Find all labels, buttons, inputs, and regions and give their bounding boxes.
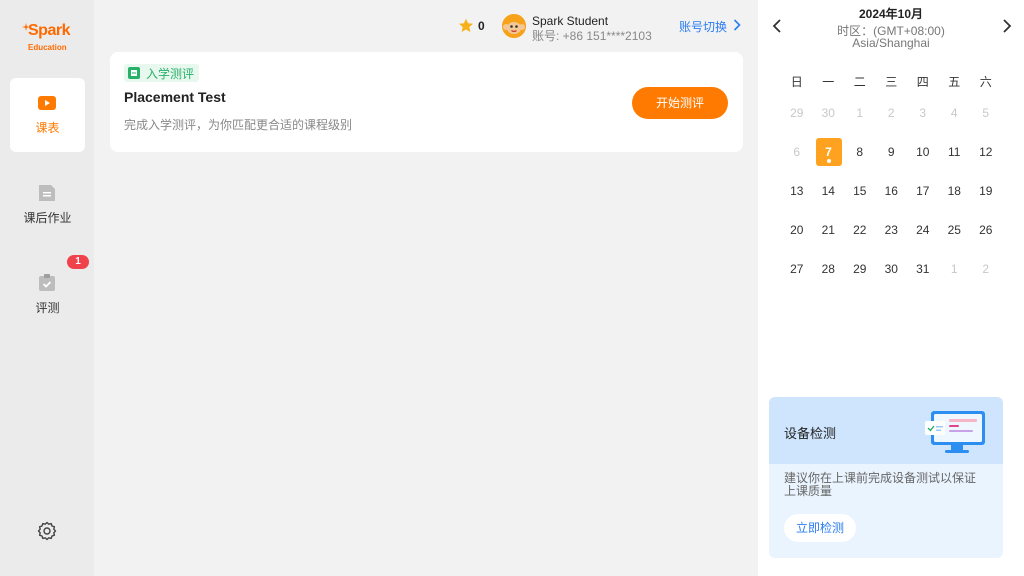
calendar-weekdays: 日一二三四五六 [781, 73, 1001, 90]
assessment-tag: 入学测评 [124, 64, 200, 82]
clipboard-check-icon [39, 274, 55, 291]
device-check-title: 设备检测 [784, 426, 837, 441]
calendar-day[interactable]: 17 [907, 179, 939, 218]
calendar-month: 2024年10月 [858, 7, 924, 21]
calendar-day[interactable]: 29 [844, 257, 876, 296]
gear-icon[interactable] [37, 521, 57, 541]
user-name: Spark Student [532, 14, 609, 28]
calendar-day[interactable]: 9 [876, 140, 908, 179]
start-assessment-button[interactable]: 开始测评 [632, 87, 728, 119]
calendar-panel: 2024年10月 时区：(GMT+08:00) Asia/Shanghai 日一… [758, 0, 1024, 576]
sidebar-item-homework[interactable]: 课后作业 [10, 168, 85, 242]
check-now-button[interactable]: 立即检测 [784, 514, 856, 542]
notification-badge: 1 [67, 255, 89, 269]
weekday-label: 三 [885, 75, 898, 89]
tag-label: 入学测评 [146, 66, 195, 81]
calendar-day[interactable]: 8 [844, 140, 876, 179]
weekday-label: 日 [790, 75, 803, 89]
calendar-day[interactable]: 23 [876, 218, 908, 257]
calendar-day[interactable]: 4 [939, 101, 971, 140]
calendar-day[interactable]: 24 [907, 218, 939, 257]
calendar-day[interactable]: 16 [876, 179, 908, 218]
user-account: 账号: +86 151****2103 [532, 29, 652, 43]
monkey-avatar-icon [502, 14, 526, 38]
calendar-day[interactable]: 14 [813, 179, 845, 218]
weekday-label: 四 [916, 75, 929, 89]
calendar-day[interactable]: 3 [907, 101, 939, 140]
card-title: Placement Test [124, 89, 226, 105]
star-icon [459, 18, 473, 32]
calendar-day[interactable]: 31 [907, 257, 939, 296]
calendar-day[interactable]: 30 [876, 257, 908, 296]
device-check-card: 设备检测 建议你在上课前完成设备测试以保证上课质量 立即检测 [769, 397, 1003, 558]
monitor-icon [925, 411, 985, 453]
sidebar-item-assessment[interactable]: 评测 [10, 258, 85, 332]
card-description: 完成入学测评，为你匹配更合适的课程级别 [124, 118, 353, 132]
calendar-day[interactable]: 2 [970, 257, 1002, 296]
logo-brand: Spark [28, 22, 70, 39]
calendar-day[interactable]: 29 [781, 101, 813, 140]
star-count: 0 [478, 19, 485, 33]
calendar-day[interactable]: 1 [939, 257, 971, 296]
calendar-day[interactable]: 15 [844, 179, 876, 218]
calendar-day-today[interactable]: 7 [813, 138, 845, 179]
calendar-day[interactable]: 30 [813, 101, 845, 140]
calendar-day[interactable]: 18 [939, 179, 971, 218]
calendar-day[interactable]: 13 [781, 179, 813, 218]
sidebar-item-label: 课表 [35, 121, 60, 135]
device-check-description: 建议你在上课前完成设备测试以保证上课质量 [784, 471, 977, 498]
weekday-label: 五 [948, 75, 961, 89]
calendar-day[interactable]: 27 [781, 257, 813, 296]
document-icon [39, 185, 55, 201]
avatar[interactable] [502, 14, 526, 38]
play-icon [38, 96, 56, 110]
sidebar: Spark Education 课表 课后作业 评测 1 [0, 0, 94, 576]
calendar-day[interactable]: 6 [781, 140, 813, 179]
calendar-day[interactable]: 2 [876, 101, 908, 140]
spark-education-logo: Spark Education [22, 22, 74, 56]
calendar-day[interactable]: 12 [970, 140, 1002, 179]
weekday-label: 六 [979, 75, 992, 89]
calendar-day[interactable]: 21 [813, 218, 845, 257]
calendar-day[interactable]: 10 [907, 140, 939, 179]
calendar-day[interactable]: 1 [844, 101, 876, 140]
weekday-label: 一 [822, 75, 835, 89]
calendar-day[interactable]: 11 [939, 140, 971, 179]
calendar-day[interactable]: 26 [970, 218, 1002, 257]
calendar-day[interactable]: 20 [781, 218, 813, 257]
logo-sub: Education [28, 43, 67, 52]
today-highlight: 7 [815, 138, 842, 166]
calendar-day[interactable]: 19 [970, 179, 1002, 218]
assessment-tag-icon [128, 67, 140, 79]
sidebar-item-schedule[interactable]: 课表 [10, 78, 85, 152]
sidebar-item-label: 评测 [35, 301, 60, 315]
calendar-day[interactable]: 22 [844, 218, 876, 257]
placement-test-card: 入学测评 Placement Test 完成入学测评，为你匹配更合适的课程级别 … [110, 52, 743, 152]
calendar-day[interactable]: 25 [939, 218, 971, 257]
calendar-day[interactable]: 5 [970, 101, 1002, 140]
calendar-day[interactable]: 28 [813, 257, 845, 296]
calendar-timezone-city: Asia/Shanghai [852, 36, 930, 50]
switch-account-link[interactable]: 账号切换 [679, 18, 727, 35]
weekday-label: 二 [853, 75, 866, 89]
sidebar-item-label: 课后作业 [23, 211, 72, 225]
calendar-days: 29 30 1 2 3 4 5 6 7 8 9 10 11 12 13 14 15 16 17 18 19 20 21 22 2… [781, 101, 1001, 296]
chevron-right-icon[interactable] [733, 19, 741, 31]
